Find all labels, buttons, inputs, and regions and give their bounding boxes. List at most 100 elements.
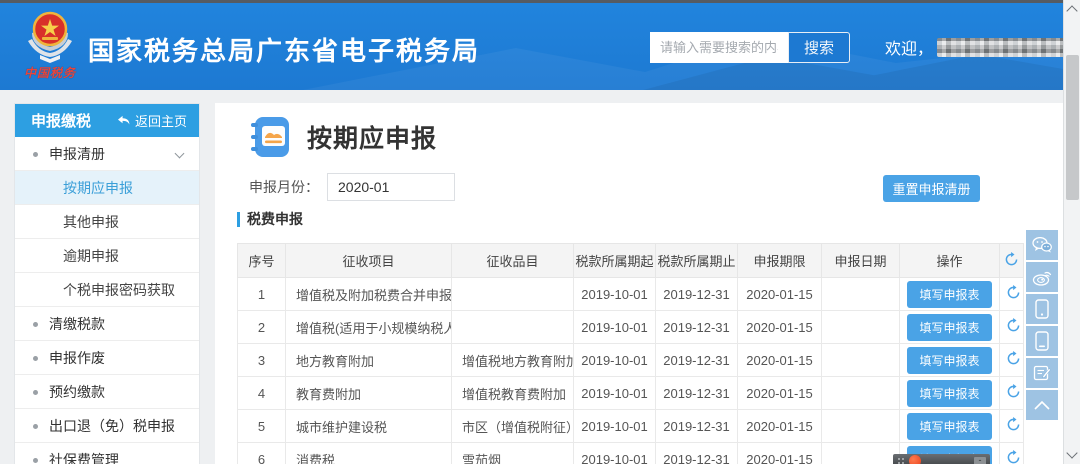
- refresh-icon[interactable]: [1006, 417, 1021, 432]
- table-cell: 教育费附加: [286, 377, 452, 410]
- table-cell: 6: [238, 443, 286, 464]
- declare-month-input[interactable]: [327, 173, 455, 201]
- sidebar-item-5[interactable]: 清缴税款: [15, 307, 199, 341]
- sidebar-item-9[interactable]: 社保费管理: [15, 443, 199, 464]
- table-cell: [822, 410, 900, 443]
- declare-month-filter: 申报月份：: [249, 173, 455, 201]
- table-cell: 2019-12-31: [656, 278, 738, 311]
- wechat-icon[interactable]: [1026, 230, 1058, 260]
- welcome-area: 欢迎， | 退出: [885, 36, 1063, 58]
- table-cell: 增值税教育费附加: [452, 377, 574, 410]
- column-header: 操作: [900, 244, 1000, 278]
- refresh-icon[interactable]: [1006, 450, 1021, 464]
- table-cell: 城市维护建设税: [286, 410, 452, 443]
- column-header: 征收项目: [286, 244, 452, 278]
- sidebar-item-6[interactable]: 申报作废: [15, 341, 199, 375]
- refresh-icon[interactable]: [1006, 351, 1021, 366]
- page-scrollbar[interactable]: [1063, 0, 1080, 464]
- scroll-down-arrow-icon[interactable]: [1066, 447, 1077, 458]
- sidebar-menu: 申报缴税 返回主页 申报清册按期应申报其他申报逾期申报个税申报密码获取清缴税款申…: [14, 103, 200, 464]
- sidebar-item-8[interactable]: 出口退（免）税申报: [15, 409, 199, 443]
- sidebar-subitem-2[interactable]: 其他申报: [15, 205, 199, 239]
- minimize-icon[interactable]: -: [974, 457, 986, 464]
- table-cell: 2019-12-31: [656, 377, 738, 410]
- sidebar-item-label: 申报清册: [49, 144, 105, 164]
- fill-declaration-form-button[interactable]: 填写申报表: [907, 347, 991, 374]
- action-cell: 填写申报表: [900, 311, 1000, 344]
- table-row: 1增值税及附加税费合并申报2019-10-012019-12-312020-01…: [238, 278, 1024, 311]
- table-cell: [822, 377, 900, 410]
- reset-declaration-list-button[interactable]: 重置申报清册: [883, 175, 980, 202]
- input-method-toolbar[interactable]: -: [893, 454, 990, 464]
- drag-handle-icon[interactable]: [897, 457, 905, 464]
- bullet-icon: [33, 424, 38, 429]
- fill-declaration-form-button[interactable]: 填写申报表: [907, 314, 991, 341]
- refresh-cell: [1000, 377, 1024, 410]
- refresh-cell: [1000, 410, 1024, 443]
- search-button[interactable]: 搜索: [788, 32, 850, 63]
- sidebar-item-label: 社保费管理: [49, 450, 119, 464]
- sidebar-subitem-4[interactable]: 个税申报密码获取: [15, 273, 199, 307]
- column-header: 税款所属期起: [574, 244, 656, 278]
- bullet-icon: [33, 458, 38, 463]
- table-cell: [822, 344, 900, 377]
- float-toolbar: [1026, 230, 1058, 420]
- sidebar-subitem-1[interactable]: 按期应申报: [15, 171, 199, 205]
- table-cell: 2020-01-15: [738, 344, 822, 377]
- sidebar-item-0[interactable]: 申报清册: [15, 137, 199, 171]
- action-cell: 填写申报表: [900, 410, 1000, 443]
- window-top-edge: [0, 0, 1080, 3]
- sidebar-header: 申报缴税 返回主页: [15, 104, 199, 137]
- weibo-icon[interactable]: [1026, 262, 1058, 292]
- sidebar-item-label: 申报作废: [49, 348, 105, 368]
- scroll-up-arrow-icon[interactable]: [1066, 5, 1077, 16]
- fill-declaration-form-button[interactable]: 填写申报表: [907, 380, 991, 407]
- mobile-app-icon[interactable]: [1026, 294, 1058, 324]
- table-cell: 1: [238, 278, 286, 311]
- column-header: 序号: [238, 244, 286, 278]
- bullet-icon: [33, 356, 38, 361]
- site-header: 中国税务 国家税务总局广东省电子税务局 搜索 欢迎， | 退出: [0, 3, 1063, 90]
- table-cell: 4: [238, 377, 286, 410]
- table-cell: 2019-10-01: [574, 344, 656, 377]
- sidebar-subitem-label: 逾期申报: [63, 246, 119, 266]
- table-cell: [822, 443, 900, 464]
- column-header: 征收品目: [452, 244, 574, 278]
- back-to-top-icon[interactable]: [1026, 390, 1058, 420]
- ime-logo-icon: [909, 455, 921, 464]
- sidebar-item-list: 申报清册按期应申报其他申报逾期申报个税申报密码获取清缴税款申报作废预约缴款出口退…: [15, 137, 199, 464]
- table-cell: 地方教育附加: [286, 344, 452, 377]
- reply-arrow-icon: [117, 115, 130, 126]
- scrollbar-thumb[interactable]: [1066, 55, 1079, 200]
- refresh-icon[interactable]: [1006, 318, 1021, 333]
- table-cell: 2019-12-31: [656, 344, 738, 377]
- username-redacted: [937, 38, 1063, 57]
- back-home-link[interactable]: 返回主页: [117, 111, 187, 130]
- table-cell: 2019-10-01: [574, 377, 656, 410]
- table-cell: 雪茄烟: [452, 443, 574, 464]
- sidebar-subitem-label: 按期应申报: [63, 178, 133, 198]
- table-header-row: 序号征收项目征收品目税款所属期起税款所属期止申报期限申报日期操作: [238, 244, 1024, 278]
- table-cell: 增值税(适用于小规模纳税人): [286, 311, 452, 344]
- table-cell: [452, 278, 574, 311]
- refresh-icon[interactable]: [1006, 285, 1021, 300]
- refresh-icon[interactable]: [1004, 252, 1019, 267]
- sidebar-subitem-3[interactable]: 逾期申报: [15, 239, 199, 273]
- fill-declaration-form-button[interactable]: 填写申报表: [907, 281, 991, 308]
- table-cell: [822, 311, 900, 344]
- sidebar-title: 申报缴税: [31, 110, 91, 131]
- table-cell: 消费税: [286, 443, 452, 464]
- chevron-down-icon: [175, 149, 185, 159]
- sidebar-item-label: 清缴税款: [49, 314, 105, 334]
- refresh-column-header: [1000, 244, 1024, 278]
- table-cell: 增值税及附加税费合并申报: [286, 278, 452, 311]
- declare-month-label: 申报月份：: [249, 177, 319, 197]
- refresh-cell: [1000, 443, 1024, 464]
- refresh-icon[interactable]: [1006, 384, 1021, 399]
- fill-declaration-form-button[interactable]: 填写申报表: [907, 413, 991, 440]
- sidebar-subitem-label: 个税申报密码获取: [63, 280, 175, 300]
- feedback-note-icon[interactable]: [1026, 358, 1058, 388]
- mobile-site-icon[interactable]: [1026, 326, 1058, 356]
- search-input[interactable]: [650, 32, 788, 63]
- sidebar-item-7[interactable]: 预约缴款: [15, 375, 199, 409]
